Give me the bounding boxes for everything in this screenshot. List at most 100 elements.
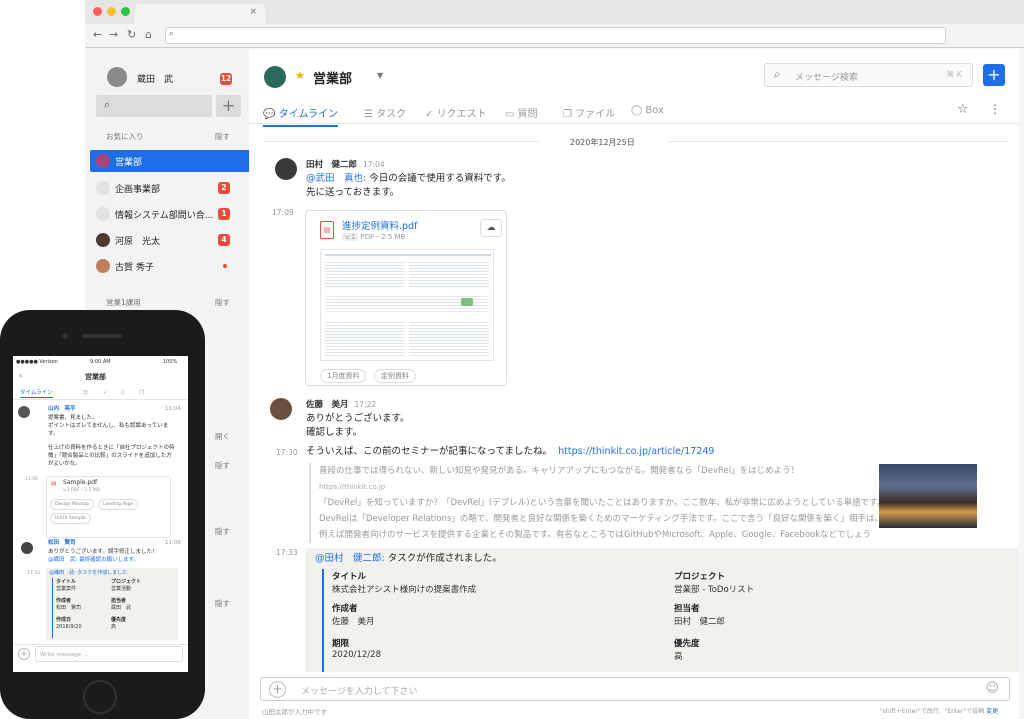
message-line: @織田 武: 最終確認お願いします。 — [48, 557, 140, 563]
mention[interactable]: @武田 真也: — [306, 173, 366, 184]
close-tab-icon[interactable]: × — [249, 7, 257, 17]
list-icon[interactable]: ☰ — [83, 389, 88, 397]
message-search-input[interactable]: ⌕ メッセージ検索 ⌘ K — [764, 63, 973, 87]
home-button[interactable] — [83, 680, 117, 714]
emoji-icon[interactable]: ☺ — [985, 681, 999, 696]
forward-arrow-icon[interactable]: → — [109, 28, 118, 41]
attach-plus-icon[interactable]: + — [269, 681, 286, 698]
article-thumbnail[interactable] — [879, 464, 977, 528]
message-line: 提案書、見ました。 — [48, 415, 98, 421]
task-field-label: 担当者 — [674, 604, 700, 614]
box-icon: ◯ — [631, 105, 643, 116]
tab-questions[interactable]: ▭ 質問 — [505, 105, 538, 120]
file-meta: v.1 PDF・2.5 MB — [342, 232, 405, 242]
browser-tab[interactable]: × — [135, 4, 265, 24]
preview-title: 普段の仕事では得られない、新しい知見や発見がある。キャリアアップにもつながる。開… — [319, 466, 800, 476]
sidebar-item-koga[interactable]: 古賀 秀子 — [90, 255, 251, 277]
tab-files[interactable]: ❐ ファイル — [563, 105, 615, 120]
star-outline-icon[interactable]: ☆ — [957, 102, 969, 117]
maximize-window-button[interactable] — [121, 7, 130, 16]
sidebar-item-planning[interactable]: 企画事業部 2 — [90, 177, 251, 199]
task-field-value: 高 — [111, 624, 117, 630]
hide-section-link[interactable]: 隠す — [215, 526, 230, 537]
hide-section-link[interactable]: 隠す — [215, 297, 230, 308]
phone-task-card[interactable]: @織田 武: タスクを作成しました タイトル 営業案件 プロジェクト 営業活動 … — [46, 568, 178, 640]
open-section-link[interactable]: 開く — [215, 431, 230, 442]
message-text: 確認します。 — [306, 427, 363, 438]
hint-text: "shift＋Enter"で改行、"Enter"で投稿 — [880, 708, 985, 715]
search-placeholder: メッセージ検索 — [795, 73, 858, 83]
preview-description: DevRelは「Developer Relations」の略で、開発者と良好な関… — [319, 514, 879, 524]
file-attachment-card[interactable]: ▤ 進捗定例資料.pdf v.1 PDF・2.5 MB ☁ 1月度資料 定例資料 — [305, 210, 507, 386]
author-name: 田村 健二郎 — [306, 160, 358, 170]
user-avatar[interactable] — [275, 158, 297, 180]
chevron-down-icon[interactable]: ▼ — [377, 71, 383, 80]
preview-description: 例えば開発者向けのサービスを提供する企業とその製品です。有名なところではGitH… — [319, 530, 871, 540]
tab-box[interactable]: ◯ Box — [631, 105, 664, 116]
minimize-window-button[interactable] — [107, 7, 116, 16]
message-composer[interactable]: + メッセージを入力して下さい ☺ — [260, 677, 1010, 701]
message-text: 先に送っておきます。 — [306, 187, 400, 198]
tab-label: ファイル — [575, 109, 616, 120]
new-post-button[interactable]: + — [983, 64, 1005, 86]
tab-bar: 💬 タイムライン ☰ タスク ✓ リクエスト ▭ 質問 ❐ ファイル ◯ Box… — [249, 100, 1018, 127]
file-tag[interactable]: Design Mockup — [50, 499, 95, 510]
attach-plus-icon[interactable]: + — [18, 648, 30, 660]
more-menu-icon[interactable]: ⋮ — [989, 102, 1001, 116]
file-icon[interactable]: ❐ — [139, 389, 144, 397]
team-avatar — [96, 154, 110, 168]
file-tag[interactable]: 1月度資料 — [320, 369, 367, 383]
star-icon[interactable]: ★ — [295, 69, 305, 82]
task-field-label: 期限 — [332, 639, 350, 649]
unread-dot — [223, 264, 227, 268]
status-clock: 9:00 AM — [90, 359, 111, 365]
mention[interactable]: @田村 健二郎: — [315, 553, 385, 564]
phone-file-card[interactable]: ▤ Sample.pdf v.1 PDF・2.5 MB Design Mocku… — [46, 476, 171, 538]
file-tag[interactable]: 定例資料 — [374, 369, 416, 383]
change-link[interactable]: 変更 — [986, 708, 998, 715]
file-tag[interactable]: Landing Page — [98, 499, 139, 510]
message-text: @武田 真也: 今日の会議で使用する資料です。 — [306, 172, 511, 186]
check-icon[interactable]: ✓ — [103, 389, 108, 397]
user-avatar — [18, 406, 30, 418]
back-arrow-icon[interactable]: ← — [93, 28, 102, 41]
hide-section-link[interactable]: 隠す — [215, 598, 230, 609]
user-avatar[interactable] — [107, 67, 127, 87]
file-tag[interactable]: UI/UX Sample — [50, 513, 91, 524]
tab-timeline[interactable]: 💬 タイムライン — [263, 105, 338, 127]
sidebar-item-kawahara[interactable]: 河原 光太 4 — [90, 229, 251, 251]
camera-dot — [62, 333, 68, 339]
close-window-button[interactable] — [93, 7, 102, 16]
channel-title: 営業部 — [313, 72, 353, 87]
tab-requests[interactable]: ✓ リクエスト — [425, 105, 487, 120]
message-text: ありがとうございます。 — [306, 413, 410, 424]
composer-placeholder: メッセージを入力して下さい — [301, 687, 418, 697]
sidebar-item-label: 情報システム部問い合... — [115, 211, 214, 221]
sidebar-item-it-inquiry[interactable]: 情報システム部問い合... 1 — [90, 203, 251, 225]
back-arrow-icon[interactable]: ‹ — [19, 372, 22, 380]
search-icon: ⌕ — [169, 29, 175, 39]
link-preview[interactable]: 普段の仕事では得られない、新しい知見や発見がある。キャリアアップにもつながる。開… — [309, 463, 879, 543]
phone-tab-timeline[interactable]: タイムライン — [20, 389, 53, 398]
bookmark-icon[interactable]: ▯ — [121, 389, 124, 397]
file-name[interactable]: 進捗定例資料.pdf — [342, 218, 417, 232]
sidebar-item-sales[interactable]: 営業部 — [90, 150, 251, 172]
download-icon[interactable]: ☁ — [480, 219, 502, 237]
address-bar[interactable]: ⌕ — [165, 27, 946, 44]
hide-favorites-link[interactable]: 隠す — [215, 131, 230, 142]
channel-avatar — [264, 66, 286, 88]
task-field-label: 優先度 — [674, 639, 700, 649]
add-channel-button[interactable]: + — [216, 95, 241, 117]
sidebar-search-input[interactable]: ⌕ — [96, 95, 212, 117]
task-card[interactable]: @田村 健二郎: タスクが作成されました。 タイトル 株式会社アシスト様向けの提… — [305, 548, 1018, 672]
hide-section-link[interactable]: 隠す — [215, 460, 230, 471]
pdf-preview[interactable] — [320, 249, 494, 361]
message-line: 仕上げの資料を作るときに「自社プロジェクトの特 — [48, 445, 175, 451]
user-avatar[interactable] — [270, 398, 292, 420]
reload-icon[interactable]: ↻ — [127, 28, 136, 41]
task-title: 株式会社アシスト様向けの提案書作成 — [332, 585, 477, 595]
article-link[interactable]: https://thinkit.co.jp/article/17249 — [558, 446, 714, 457]
phone-message-input[interactable]: Write message ... — [35, 646, 183, 662]
tab-tasks[interactable]: ☰ タスク — [364, 105, 406, 120]
home-icon[interactable]: ⌂ — [145, 28, 152, 41]
